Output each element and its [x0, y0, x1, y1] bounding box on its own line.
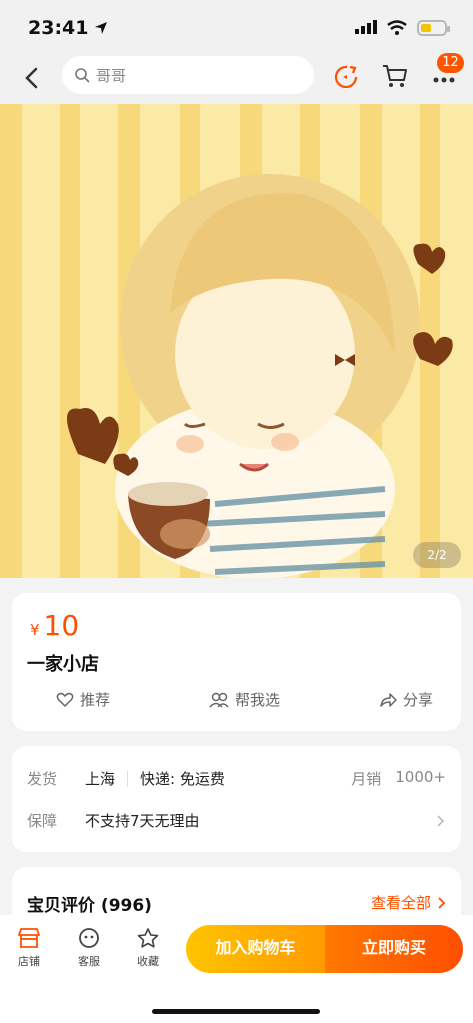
- tab-shop[interactable]: 店铺: [6, 927, 52, 969]
- wifi-icon: [387, 20, 407, 35]
- guarantee-row[interactable]: 保障 不支持7天无理由: [27, 810, 446, 831]
- help-choose-label: 帮我选: [234, 691, 280, 709]
- delivery-info: 快递: 免运费: [140, 770, 225, 788]
- battery-icon: [417, 20, 450, 36]
- ship-origin: 上海: [85, 770, 116, 788]
- shipping-card[interactable]: 发货 上海 快递: 免运费 月销 1000+ 保障 不支持7天无理由: [12, 746, 461, 852]
- chat-face-icon: [79, 928, 99, 948]
- price-currency: ¥: [30, 621, 40, 639]
- nav-bar: 哥哥 12: [0, 53, 473, 104]
- share-arrow-icon: [380, 692, 397, 707]
- tab-favorite[interactable]: 收藏: [125, 927, 171, 969]
- shop-name: 一家小店: [27, 654, 99, 675]
- divider: [127, 770, 129, 787]
- tab-favorite-label: 收藏: [137, 955, 159, 968]
- search-text: 哥哥: [96, 66, 127, 85]
- view-all-reviews-link[interactable]: 查看全部: [371, 892, 447, 913]
- recommend-label: 推荐: [80, 691, 111, 709]
- sales-value: 1000+: [395, 768, 446, 786]
- price-card: ¥ 10 一家小店 推荐 帮我选 分享: [12, 593, 461, 731]
- people-icon: [209, 692, 229, 708]
- search-icon: [75, 68, 90, 83]
- clock: 23:41: [28, 17, 89, 39]
- monthly-sales: 月销 1000+: [351, 768, 446, 789]
- bottom-action-bar: 店铺 客服 收藏 加入购物车 立即购买: [0, 915, 473, 1023]
- store-icon: [18, 928, 40, 948]
- reviews-title: 宝贝评价 (996): [27, 896, 152, 916]
- battery-level: [421, 24, 431, 32]
- share-refresh-icon[interactable]: [332, 62, 360, 90]
- guarantee-value: 不支持7天无理由: [85, 812, 200, 830]
- cart-icon[interactable]: [381, 62, 409, 90]
- price-value: 10: [43, 609, 80, 642]
- notification-badge: 12: [437, 53, 464, 73]
- recommend-button[interactable]: 推荐: [56, 689, 110, 710]
- buy-now-button[interactable]: 立即购买: [325, 925, 463, 973]
- status-time: 23:41: [28, 17, 108, 39]
- chevron-right-icon: [437, 814, 445, 827]
- search-bar[interactable]: 哥哥: [62, 56, 314, 94]
- status-icons: [355, 20, 450, 36]
- add-to-cart-button[interactable]: 加入购物车: [186, 925, 325, 973]
- sales-label: 月销: [351, 770, 382, 788]
- status-bar: 23:41: [0, 0, 473, 56]
- back-arrow-icon[interactable]: [20, 64, 44, 92]
- tab-customer-service[interactable]: 客服: [66, 927, 112, 969]
- product-actions: 推荐 帮我选 分享: [12, 689, 461, 710]
- price: ¥ 10: [30, 609, 79, 642]
- tab-customer-service-label: 客服: [78, 955, 100, 968]
- chevron-right-icon: [438, 896, 446, 909]
- heart-icon: [56, 692, 74, 707]
- star-icon: [137, 928, 159, 948]
- share-label: 分享: [402, 691, 433, 709]
- location-arrow-icon: [95, 22, 108, 34]
- help-choose-button[interactable]: 帮我选: [209, 689, 280, 710]
- product-image: [0, 104, 473, 578]
- guarantee-label: 保障: [27, 812, 58, 830]
- product-image-gallery[interactable]: 2/2: [0, 104, 473, 578]
- tab-shop-label: 店铺: [18, 955, 40, 968]
- image-page-indicator: 2/2: [413, 542, 461, 568]
- cellular-signal-icon: [355, 20, 377, 34]
- ship-label: 发货: [27, 770, 58, 788]
- home-indicator: [152, 1009, 320, 1014]
- share-button[interactable]: 分享: [379, 689, 433, 710]
- shipping-row: 发货 上海 快递: 免运费 月销 1000+: [27, 768, 446, 789]
- view-all-label: 查看全部: [370, 894, 431, 912]
